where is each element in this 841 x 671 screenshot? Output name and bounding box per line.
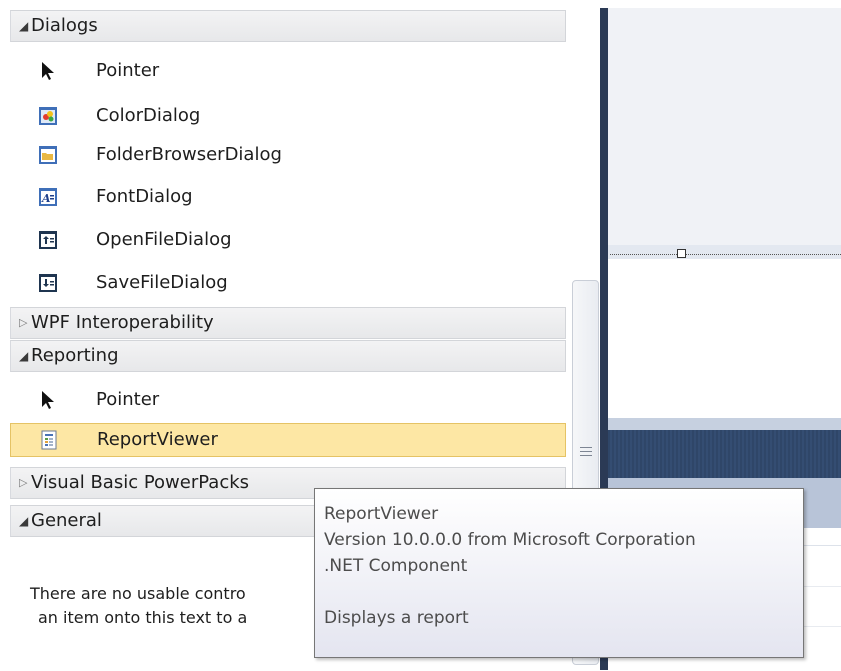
toolbox-item-openfiledialog[interactable]: OpenFileDialog bbox=[10, 224, 566, 256]
item-label: SaveFileDialog bbox=[96, 272, 228, 293]
category-label: Dialogs bbox=[31, 15, 98, 36]
toolbox-item-pointer[interactable]: Pointer bbox=[10, 55, 566, 87]
item-label: ReportViewer bbox=[97, 429, 218, 450]
item-label: Pointer bbox=[96, 60, 160, 81]
item-label: FontDialog bbox=[96, 186, 193, 207]
report-viewer-icon bbox=[41, 430, 57, 450]
item-label: OpenFileDialog bbox=[96, 229, 232, 250]
form-panel-area[interactable] bbox=[608, 260, 841, 418]
open-file-dialog-icon bbox=[39, 231, 57, 249]
selected-control-strip bbox=[608, 245, 841, 259]
category-label: WPF Interoperability bbox=[31, 312, 214, 333]
svg-text:A: A bbox=[41, 192, 51, 205]
tooltip-version: Version 10.0.0.0 from Microsoft Corporat… bbox=[324, 530, 696, 550]
category-reporting[interactable]: ◢ Reporting bbox=[10, 340, 566, 372]
toolbox-item-colordialog[interactable]: ColorDialog bbox=[10, 100, 566, 132]
toolbox-item-tooltip: ReportViewer Version 10.0.0.0 from Micro… bbox=[314, 488, 804, 658]
resize-handle[interactable] bbox=[677, 249, 686, 258]
folder-browser-dialog-icon bbox=[39, 146, 57, 164]
item-label: FolderBrowserDialog bbox=[96, 144, 282, 165]
toolbox-item-reportviewer[interactable]: ReportViewer bbox=[10, 423, 566, 457]
color-dialog-icon bbox=[39, 107, 57, 125]
designer-dark-band bbox=[608, 430, 841, 478]
toolbox-item-pointer[interactable]: Pointer bbox=[10, 384, 566, 416]
item-label: Pointer bbox=[96, 389, 160, 410]
toolbox-item-folderbrowserdialog[interactable]: FolderBrowserDialog bbox=[10, 139, 566, 171]
tooltip-component-type: .NET Component bbox=[324, 556, 468, 576]
pointer-icon bbox=[42, 62, 54, 80]
collapse-arrow-icon[interactable]: ◢ bbox=[19, 11, 28, 41]
pointer-icon bbox=[42, 391, 54, 409]
category-label: Reporting bbox=[31, 345, 119, 366]
expand-arrow-icon[interactable]: ▷ bbox=[19, 468, 27, 498]
toolbox-item-fontdialog[interactable]: A FontDialog bbox=[10, 181, 566, 213]
collapse-arrow-icon[interactable]: ◢ bbox=[19, 341, 28, 371]
tooltip-description: Displays a report bbox=[324, 608, 469, 628]
font-dialog-icon: A bbox=[39, 188, 57, 206]
toolbox-item-savefiledialog[interactable]: SaveFileDialog bbox=[10, 267, 566, 299]
category-dialogs[interactable]: ◢ Dialogs bbox=[10, 10, 566, 42]
designer-band bbox=[608, 418, 841, 430]
form-client-area[interactable] bbox=[608, 8, 841, 252]
category-label: Visual Basic PowerPacks bbox=[31, 472, 250, 493]
collapse-arrow-icon[interactable]: ◢ bbox=[19, 506, 28, 536]
category-label: General bbox=[31, 510, 102, 531]
tooltip-title: ReportViewer bbox=[324, 504, 439, 524]
selection-border bbox=[610, 254, 841, 255]
grip-icon bbox=[580, 447, 592, 457]
save-file-dialog-icon bbox=[39, 274, 57, 292]
category-wpf-interoperability[interactable]: ▷ WPF Interoperability bbox=[10, 307, 566, 339]
item-label: ColorDialog bbox=[96, 105, 201, 126]
expand-arrow-icon[interactable]: ▷ bbox=[19, 308, 27, 338]
